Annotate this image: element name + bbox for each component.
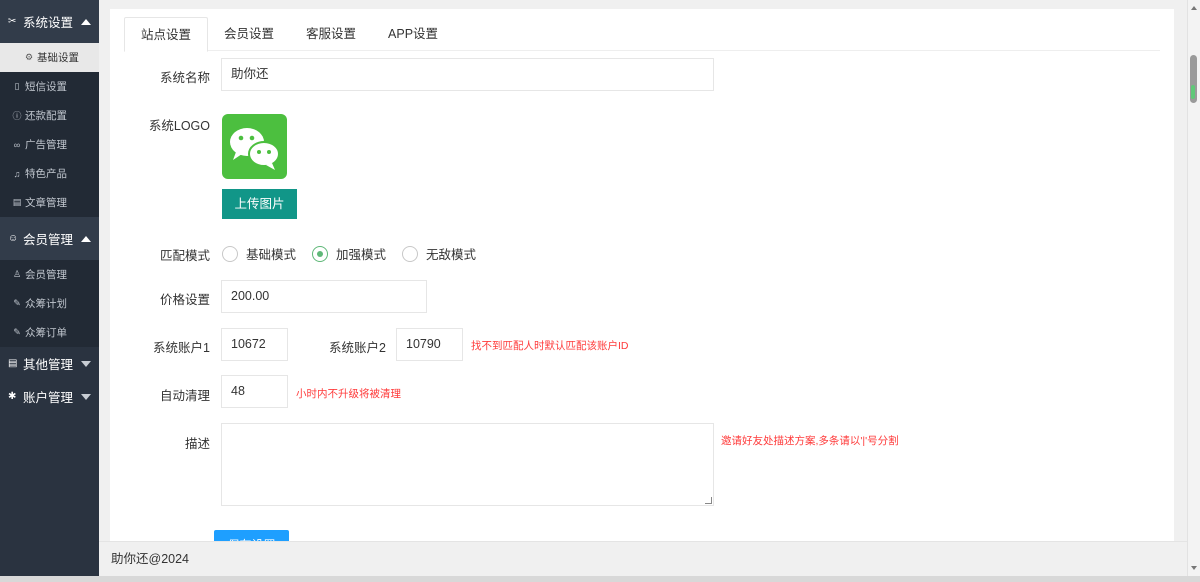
sidebar-group-label: 会员管理 (23, 233, 74, 247)
radio-invincible-mode[interactable]: 无敌模式 (402, 244, 476, 263)
sidebar-item-label: 特色产品 (25, 168, 67, 180)
sidebar-item-crowdfunding-plan[interactable]: ✎ 众筹计划 (0, 289, 99, 318)
tab-app-settings[interactable]: APP设置 (372, 17, 454, 51)
sidebar-item-label: 短信设置 (25, 81, 67, 93)
auto-clean-input[interactable]: 48 (221, 375, 288, 408)
sidebar-item-article-management[interactable]: ▤ 文章管理 (0, 188, 99, 217)
scrollbar-thumb[interactable] (1190, 55, 1197, 103)
list-icon: ▤ (12, 197, 22, 207)
sidebar-item-label: 会员管理 (25, 269, 67, 281)
link-icon: ∞ (13, 139, 21, 150)
auto-clean-label: 自动清理 (159, 389, 210, 403)
bell-icon: ♫ (13, 168, 21, 179)
radio-label: 加强模式 (336, 248, 387, 262)
phone-icon: ▯ (14, 81, 20, 91)
user-icon: ♙ (12, 269, 22, 279)
tab-service-settings[interactable]: 客服设置 (290, 17, 372, 51)
match-mode-label: 匹配模式 (159, 249, 210, 263)
vertical-scrollbar[interactable] (1187, 0, 1200, 576)
tab-bar: 站点设置 会员设置 客服设置 APP设置 (124, 17, 1160, 52)
sidebar-item-label: 广告管理 (25, 139, 67, 151)
sidebar-item-label: 还款配置 (25, 110, 67, 122)
description-label: 描述 (184, 437, 210, 451)
sidebar-item-members[interactable]: ♙ 会员管理 (0, 260, 99, 289)
account1-input[interactable]: 10672 (221, 328, 288, 361)
footer-text: 助你还@2024 (111, 552, 189, 566)
price-label: 价格设置 (159, 293, 210, 307)
scroll-down-arrow-icon[interactable] (1191, 566, 1197, 570)
sidebar-group-label: 其他管理 (23, 358, 74, 372)
logo-image (222, 114, 287, 179)
tab-member-settings[interactable]: 会员设置 (208, 17, 290, 51)
tools-icon: ✂ (8, 16, 17, 27)
radio-circle-checked (312, 245, 328, 262)
account2-label: 系统账户2 (329, 341, 386, 355)
site-name-input[interactable]: 助你还 (221, 58, 714, 91)
sidebar-item-label: 文章管理 (25, 197, 67, 209)
upload-image-button[interactable]: 上传图片 (222, 189, 297, 219)
sidebar-item-basic-settings[interactable]: ⚙ 基础设置 (0, 43, 99, 72)
gear-icon: ✱ (8, 391, 17, 402)
sidebar-item-label: 基础设置 (37, 52, 79, 64)
doc-icon: ▤ (8, 358, 18, 369)
sidebar-group-label: 账户管理 (23, 391, 74, 405)
auto-clean-hint: 小时内不升级将被清理 (296, 388, 401, 400)
sidebar-item-sms-settings[interactable]: ▯ 短信设置 (0, 72, 99, 101)
wechat-icon (230, 128, 280, 170)
sidebar-group-member-management[interactable]: ☺ 会员管理 (0, 217, 99, 260)
sidebar-item-featured-products[interactable]: ♫ 特色产品 (0, 159, 99, 188)
account-hint: 找不到匹配人时默认匹配该账户ID (471, 340, 629, 352)
scroll-up-arrow-icon[interactable] (1191, 6, 1197, 10)
sidebar-item-label: 众筹订单 (25, 327, 67, 339)
sidebar-item-label: 众筹计划 (25, 298, 67, 310)
sidebar-group-account-management[interactable]: ✱ 账户管理 (0, 380, 99, 413)
caret-up-icon (81, 235, 91, 242)
sidebar-group-other-management[interactable]: ▤ 其他管理 (0, 347, 99, 380)
description-textarea[interactable] (221, 423, 714, 506)
sidebar-group-label: 系统设置 (23, 16, 74, 30)
footer: 助你还@2024 (99, 541, 1187, 576)
edit-icon: ✎ (13, 298, 21, 308)
radio-label: 无敌模式 (426, 248, 477, 262)
description-hint: 邀请好友处描述方案,多条请以'|'号分割 (721, 435, 899, 447)
settings-panel: 站点设置 会员设置 客服设置 APP设置 系统名称 助你还 系统LOGO 上传图… (110, 9, 1174, 541)
radio-circle (402, 245, 418, 262)
radio-enhanced-mode[interactable]: 加强模式 (312, 244, 386, 263)
sidebar: ✂ 系统设置 ⚙ 基础设置 ▯ 短信设置 ⓘ 还款配置 ∞ 广告管理 ♫ 特色产… (0, 0, 99, 582)
radio-label: 基础模式 (246, 248, 297, 262)
caret-down-icon (81, 360, 91, 367)
sidebar-group-system-settings[interactable]: ✂ 系统设置 (0, 0, 99, 43)
edit-icon: ✎ (13, 327, 21, 337)
users-icon: ☺ (8, 233, 19, 244)
radio-circle (222, 245, 238, 262)
account2-input[interactable]: 10790 (396, 328, 463, 361)
price-input[interactable]: 200.00 (221, 280, 427, 313)
resize-handle[interactable] (705, 497, 712, 504)
sidebar-item-repayment-config[interactable]: ⓘ 还款配置 (0, 101, 99, 130)
tab-site-settings[interactable]: 站点设置 (124, 17, 209, 52)
radio-basic-mode[interactable]: 基础模式 (222, 244, 296, 263)
logo-label: 系统LOGO (148, 119, 210, 133)
info-icon: ⓘ (12, 111, 22, 121)
sidebar-item-crowdfunding-orders[interactable]: ✎ 众筹订单 (0, 318, 99, 347)
caret-down-icon (81, 393, 91, 400)
save-settings-button[interactable]: 保存设置 (214, 530, 289, 541)
caret-up-icon (81, 18, 91, 25)
site-name-label: 系统名称 (159, 71, 210, 85)
gear-icon: ⚙ (24, 52, 34, 62)
account1-label: 系统账户1 (153, 341, 210, 355)
sidebar-item-ad-management[interactable]: ∞ 广告管理 (0, 130, 99, 159)
bottom-bar (0, 576, 1200, 582)
